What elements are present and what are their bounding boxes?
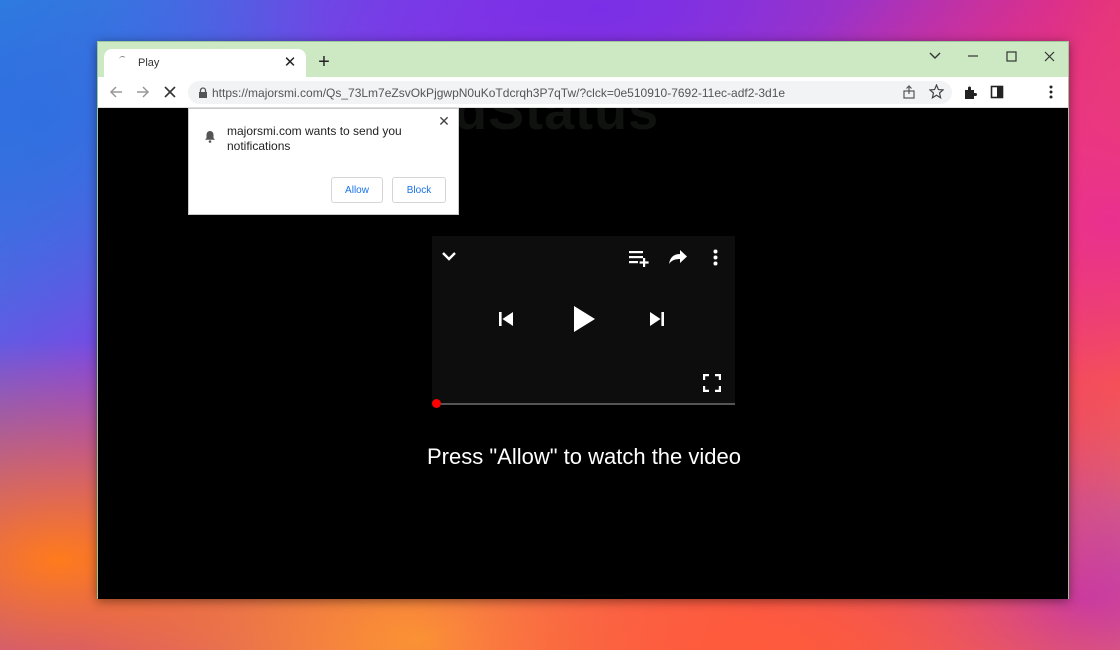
browser-tab[interactable]: Play ✕ — [104, 49, 306, 77]
forward-arrow-icon[interactable] — [131, 80, 155, 104]
previous-track-icon[interactable] — [495, 308, 517, 330]
share-icon[interactable] — [902, 85, 916, 104]
play-icon[interactable] — [569, 303, 599, 335]
fullscreen-icon[interactable] — [701, 372, 723, 394]
allow-prompt-text: Press "Allow" to watch the video — [427, 444, 741, 469]
side-panel-icon[interactable] — [985, 80, 1009, 104]
menu-kebab-icon[interactable] — [1039, 80, 1063, 104]
address-bar[interactable]: https://majorsmi.com/Qs_73Lm7eZsvOkPjgwp… — [188, 81, 952, 104]
lock-icon[interactable] — [198, 86, 208, 104]
browser-window: Play ✕ + https://majorsmi.com/Qs_73Lm7eZ… — [97, 41, 1069, 599]
browser-toolbar: https://majorsmi.com/Qs_73Lm7eZsvOkPjgwp… — [98, 77, 1068, 108]
minimize-button[interactable] — [954, 42, 992, 70]
maximize-button[interactable] — [992, 42, 1030, 70]
allow-button[interactable]: Allow — [331, 177, 383, 203]
extensions-icon[interactable] — [958, 80, 982, 104]
notification-permission-prompt: majorsmi.com wants to send you notificat… — [188, 108, 459, 215]
more-vertical-icon[interactable] — [709, 247, 721, 267]
chevron-down-icon[interactable] — [440, 247, 458, 265]
share-arrow-icon[interactable] — [667, 247, 689, 267]
progress-scrubber[interactable] — [432, 399, 441, 408]
add-to-queue-icon[interactable] — [626, 247, 652, 269]
bookmark-star-icon[interactable] — [928, 83, 945, 104]
tab-search-icon[interactable] — [916, 42, 954, 70]
url-text[interactable]: https://majorsmi.com/Qs_73Lm7eZsvOkPjgwp… — [212, 86, 872, 100]
new-tab-button[interactable]: + — [314, 52, 334, 72]
progress-bar[interactable] — [436, 403, 735, 405]
close-icon[interactable]: ✕ — [437, 114, 451, 128]
bell-icon — [204, 130, 216, 148]
tab-close-icon[interactable]: ✕ — [280, 53, 300, 73]
close-window-button[interactable] — [1030, 42, 1068, 70]
video-player[interactable] — [432, 236, 735, 404]
block-button[interactable]: Block — [392, 177, 446, 203]
next-track-icon[interactable] — [646, 308, 668, 330]
stop-loading-icon[interactable] — [158, 80, 182, 104]
page-content: SecuredStatus majorsmi.com wants to send… — [98, 108, 1068, 599]
title-bar: Play ✕ + — [98, 42, 1068, 77]
loading-icon — [116, 55, 132, 71]
back-arrow-icon[interactable] — [104, 80, 128, 104]
tab-title: Play — [138, 57, 160, 69]
notification-message: majorsmi.com wants to send you notificat… — [227, 124, 402, 153]
